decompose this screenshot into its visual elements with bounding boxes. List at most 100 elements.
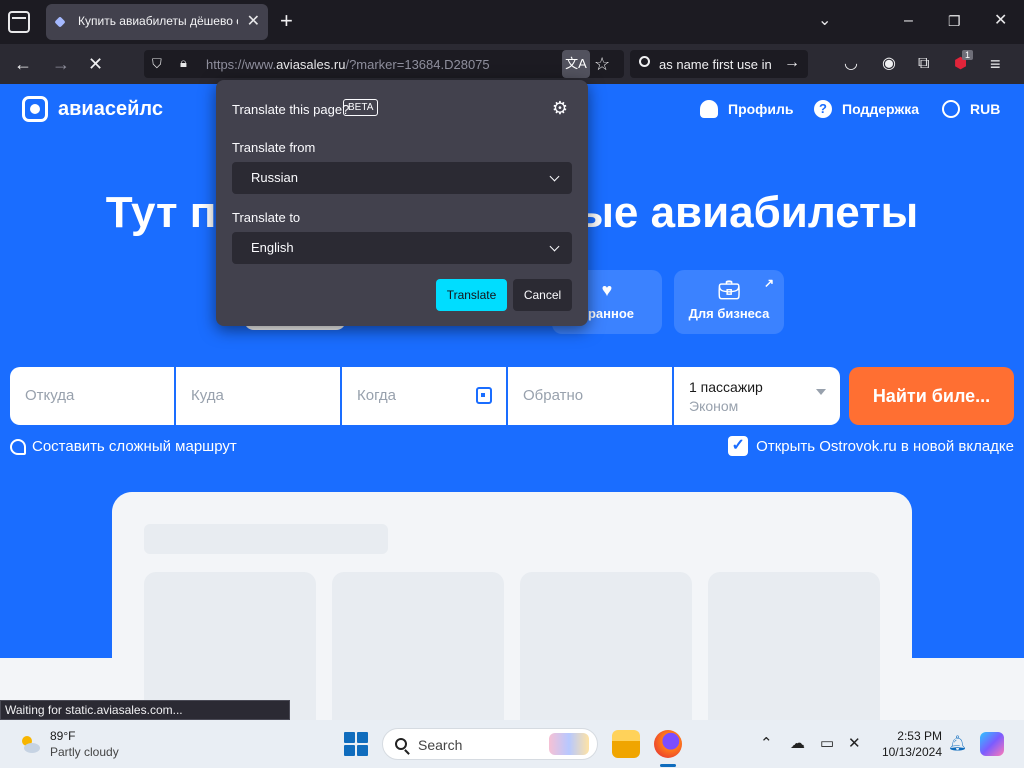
taskbar: 89°F Partly cloudy Search ⌃ ☁ ▭ ✕ 2:53 P…	[0, 720, 1024, 768]
search-bar[interactable]: as name first use in →	[630, 50, 808, 78]
hero-title-left: Тут п	[105, 188, 217, 237]
skeleton-card	[332, 572, 504, 720]
to-placeholder: Куда	[191, 387, 224, 404]
tab-bar: Купить авиабилеты дёшево онлайн ✕ + ⌄ – …	[0, 0, 1024, 44]
beta-badge: BETA	[343, 99, 379, 116]
taskbar-search[interactable]: Search	[382, 728, 598, 760]
from-language-value: Russian	[251, 170, 298, 185]
display-icon[interactable]: ▭	[820, 734, 834, 754]
translate-popup: Translate this page? BETA ⚙ Translate fr…	[216, 80, 588, 326]
status-bar: Waiting for static.aviasales.com...	[0, 700, 290, 720]
return-field[interactable]: Обратно	[508, 367, 672, 425]
skeleton-card	[144, 572, 316, 720]
calendar-icon[interactable]	[476, 387, 492, 404]
date-field[interactable]: Когда	[342, 367, 506, 425]
account-icon[interactable]: ◉	[882, 54, 896, 74]
tab-list-icon[interactable]	[8, 11, 30, 33]
extensions-icon[interactable]: ⧉	[918, 54, 929, 74]
go-arrow-icon[interactable]: →	[784, 54, 800, 72]
chevron-down-icon[interactable]: ⌄	[818, 10, 831, 32]
start-button[interactable]	[344, 732, 368, 756]
chevron-down-icon	[816, 389, 826, 395]
currency-label: RUB	[970, 101, 1001, 117]
to-language-select[interactable]: English	[232, 232, 572, 264]
find-tickets-button[interactable]: Найти биле...	[849, 367, 1014, 425]
browser-tab[interactable]: Купить авиабилеты дёшево онлайн ✕	[46, 4, 268, 40]
to-label: Translate to	[232, 210, 301, 225]
globe-icon	[942, 100, 960, 118]
from-placeholder: Откуда	[25, 387, 75, 404]
extension-badge: 1	[962, 50, 974, 60]
clock[interactable]: 2:53 PM 10/13/2024	[878, 728, 942, 760]
shield-icon[interactable]: ⛉	[152, 56, 162, 72]
onedrive-icon[interactable]: ☁	[790, 734, 805, 754]
tab-title: Купить авиабилеты дёшево онлайн	[78, 14, 238, 28]
skeleton-bar	[144, 524, 388, 554]
ostrovok-checkbox[interactable]: ✓	[728, 436, 749, 456]
url-bar[interactable]: ⛉ 🔒︎ https://www.aviasales.ru/?marker=13…	[144, 50, 624, 78]
firefox-icon[interactable]	[654, 730, 682, 758]
ostrovok-option[interactable]: ✓ Открыть Ostrovok.ru в новой вкладке	[728, 436, 1014, 456]
cancel-button[interactable]: Cancel	[513, 279, 572, 311]
complex-route-label: Составить сложный маршрут	[32, 438, 237, 455]
translate-icon[interactable]: 文A	[562, 50, 590, 78]
pocket-icon[interactable]: ◡	[844, 54, 858, 74]
support-link[interactable]: ? Поддержка	[814, 100, 919, 118]
volume-muted-icon[interactable]: ✕	[848, 734, 861, 754]
close-window-icon[interactable]: ✕	[994, 10, 1007, 32]
lock-icon[interactable]: 🔒︎	[180, 55, 187, 71]
close-tab-icon[interactable]: ✕	[247, 12, 260, 32]
search-icon	[639, 56, 650, 67]
loading-skeleton	[112, 492, 912, 720]
minimize-icon[interactable]: –	[904, 10, 913, 32]
search-highlight-image	[549, 733, 589, 755]
search-query: as name first use in	[659, 57, 772, 72]
clock-date: 10/13/2024	[881, 745, 942, 759]
favicon-icon	[54, 16, 66, 28]
help-icon: ?	[814, 100, 832, 118]
copilot-icon[interactable]	[980, 732, 1004, 756]
return-placeholder: Обратно	[523, 387, 584, 404]
external-link-icon: ↗	[763, 276, 774, 290]
complex-route-link[interactable]: Составить сложный маршрут	[10, 438, 237, 455]
chevron-up-icon[interactable]: ⌃	[760, 734, 773, 754]
category-business[interactable]: 💼︎ Для бизнеса ↗	[674, 270, 784, 334]
restore-icon[interactable]: ❐	[948, 10, 961, 32]
back-icon[interactable]: ←	[14, 54, 32, 74]
flight-search-form: Откуда Куда Когда Обратно 1 пассажир Эко…	[10, 367, 840, 425]
passengers-field[interactable]: 1 пассажир Эконом	[674, 367, 840, 425]
stop-loading-icon[interactable]: ✕	[88, 54, 103, 74]
translate-button[interactable]: Translate	[436, 279, 507, 311]
currency-link[interactable]: RUB	[942, 100, 1000, 118]
passengers-count: 1 пассажир	[689, 379, 763, 395]
support-label: Поддержка	[842, 101, 920, 117]
user-icon	[700, 100, 718, 118]
weather-desc: Partly cloudy	[50, 745, 119, 759]
file-explorer-icon[interactable]	[612, 730, 640, 758]
bookmark-star-icon[interactable]: ☆	[594, 54, 610, 74]
date-placeholder: Когда	[357, 387, 396, 404]
partly-cloudy-icon[interactable]	[18, 732, 42, 756]
chevron-down-icon	[549, 241, 560, 252]
favorites-label: бранное	[579, 306, 635, 321]
url-text: https://www.aviasales.ru/?marker=13684.D…	[206, 57, 490, 72]
clock-time: 2:53 PM	[897, 729, 942, 743]
search-icon	[395, 738, 407, 750]
skeleton-card	[708, 572, 880, 720]
menu-icon[interactable]: ≡	[990, 54, 1001, 74]
to-language-value: English	[251, 240, 294, 255]
from-language-select[interactable]: Russian	[232, 162, 572, 194]
notification-bell-icon[interactable]: 🔔︎	[948, 734, 967, 754]
forward-icon[interactable]: →	[52, 54, 70, 74]
weather-temp: 89°F	[50, 729, 76, 743]
gear-icon[interactable]: ⚙	[552, 98, 568, 118]
route-icon	[10, 438, 26, 455]
to-field[interactable]: Куда	[176, 367, 340, 425]
popup-title: Translate this page?	[232, 102, 350, 117]
skeleton-card	[520, 572, 692, 720]
hero-title-right: ые авиабилеты	[576, 188, 919, 237]
from-field[interactable]: Откуда	[10, 367, 174, 425]
site-logo[interactable]: авиасейлс	[22, 96, 163, 122]
profile-link[interactable]: Профиль	[700, 100, 794, 118]
new-tab-icon[interactable]: +	[280, 10, 293, 32]
